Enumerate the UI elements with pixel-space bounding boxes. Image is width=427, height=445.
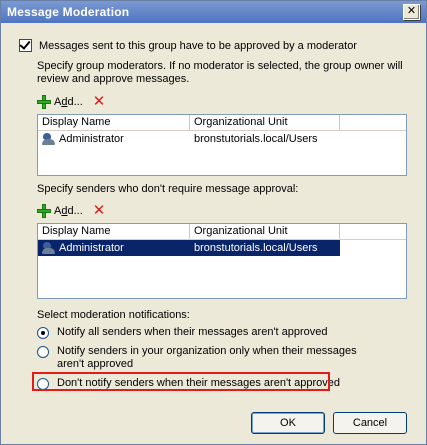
column-header-organizational-unit[interactable]: Organizational Unit bbox=[190, 115, 340, 130]
senders-list-header: Display Name Organizational Unit bbox=[38, 224, 406, 240]
notify-all-radio[interactable] bbox=[37, 327, 49, 339]
notify-internal-radio[interactable] bbox=[37, 346, 49, 358]
moderators-list-header: Display Name Organizational Unit bbox=[38, 115, 406, 131]
moderators-description: Specify group moderators. If no moderato… bbox=[37, 60, 403, 85]
column-header-display-name[interactable]: Display Name bbox=[38, 115, 190, 130]
senders-list[interactable]: Display Name Organizational Unit Adminis… bbox=[37, 223, 407, 299]
row-display-name: Administrator bbox=[59, 133, 124, 145]
notify-all-label: Notify all senders when their messages a… bbox=[57, 326, 328, 338]
table-row[interactable]: Administrator bronstutorials.local/Users bbox=[38, 131, 406, 147]
moderators-add-button[interactable]: Add... bbox=[54, 96, 83, 108]
row-organizational-unit: bronstutorials.local/Users bbox=[194, 242, 318, 254]
row-organizational-unit: bronstutorials.local/Users bbox=[194, 133, 318, 145]
moderators-remove-icon[interactable]: ✕ bbox=[93, 94, 106, 109]
senders-remove-icon[interactable]: ✕ bbox=[93, 203, 106, 218]
senders-toolbar: Add... ✕ bbox=[37, 203, 106, 218]
close-button[interactable]: ✕ bbox=[403, 4, 420, 20]
cancel-button[interactable]: Cancel bbox=[333, 412, 407, 434]
notify-internal-option[interactable]: Notify senders in your organization only… bbox=[37, 345, 377, 371]
moderation-checkbox[interactable] bbox=[19, 38, 32, 52]
add-icon[interactable] bbox=[37, 204, 51, 218]
user-icon bbox=[42, 133, 56, 145]
title-bar: Message Moderation ✕ bbox=[1, 1, 426, 23]
ok-button[interactable]: OK bbox=[251, 412, 325, 434]
notify-internal-label: Notify senders in your organization only… bbox=[57, 345, 357, 370]
moderation-checkbox-label: Messages sent to this group have to be a… bbox=[39, 39, 357, 52]
moderators-toolbar: Add... ✕ bbox=[37, 94, 106, 109]
column-header-display-name[interactable]: Display Name bbox=[38, 224, 190, 239]
moderators-list[interactable]: Display Name Organizational Unit Adminis… bbox=[37, 114, 407, 176]
table-row-selected[interactable]: Administrator bronstutorials.local/Users bbox=[38, 240, 340, 256]
senders-description: Specify senders who don't require messag… bbox=[37, 183, 299, 195]
row-display-name: Administrator bbox=[59, 242, 124, 254]
senders-add-button[interactable]: Add... bbox=[54, 205, 83, 217]
message-moderation-dialog: Message Moderation ✕ Messages sent to th… bbox=[0, 0, 427, 445]
column-header-organizational-unit[interactable]: Organizational Unit bbox=[190, 224, 340, 239]
close-icon: ✕ bbox=[406, 5, 417, 17]
add-icon[interactable] bbox=[37, 95, 51, 109]
annotation-highlight-box bbox=[32, 372, 330, 391]
notify-all-option[interactable]: Notify all senders when their messages a… bbox=[37, 326, 328, 339]
moderation-checkbox-row[interactable]: Messages sent to this group have to be a… bbox=[19, 38, 357, 52]
user-icon bbox=[42, 242, 56, 254]
window-title: Message Moderation bbox=[7, 5, 130, 19]
checkmark-icon bbox=[19, 38, 31, 50]
dialog-body: Messages sent to this group have to be a… bbox=[1, 23, 426, 444]
notifications-label: Select moderation notifications: bbox=[37, 309, 190, 321]
